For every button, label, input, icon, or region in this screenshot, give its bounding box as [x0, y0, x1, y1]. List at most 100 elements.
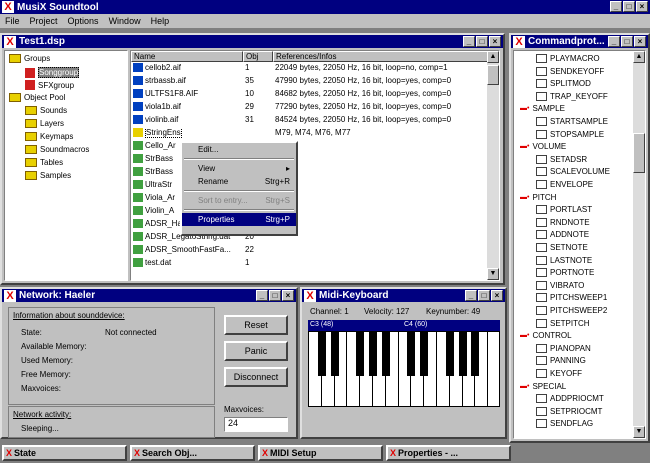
- col-header-obj[interactable]: Obj: [243, 51, 273, 62]
- tree-item[interactable]: Object Pool: [9, 93, 65, 102]
- close-button[interactable]: ×: [636, 1, 648, 12]
- command-item[interactable]: SENDKEYOFF: [536, 66, 604, 77]
- command-item[interactable]: SPLITMOD: [536, 78, 591, 89]
- command-scrollbar[interactable]: ▲ ▼: [633, 51, 645, 438]
- context-menu-item[interactable]: Edit...: [182, 143, 296, 156]
- tree-item[interactable]: SFXgroup: [25, 80, 74, 90]
- tree-item[interactable]: Layers: [25, 119, 64, 128]
- command-item[interactable]: ADDNOTE: [536, 229, 589, 240]
- table-row[interactable]: StringEns M79, M74, M76, M77: [131, 128, 487, 140]
- black-key[interactable]: [458, 332, 467, 376]
- minimize-button[interactable]: _: [465, 290, 477, 301]
- black-key[interactable]: [330, 332, 339, 376]
- table-row[interactable]: test.dat 1: [131, 258, 487, 270]
- context-menu-item[interactable]: Properties Strg+P: [182, 213, 296, 226]
- minimized-window[interactable]: X Search Obj...: [130, 445, 255, 461]
- maximize-button[interactable]: □: [269, 290, 281, 301]
- command-item[interactable]: STARTSAMPLE: [536, 116, 608, 127]
- context-menu-item[interactable]: Rename Strg+R: [182, 175, 296, 188]
- command-item[interactable]: PLAYMACRO: [536, 53, 600, 64]
- scroll-up-icon[interactable]: ▲: [633, 51, 645, 63]
- table-row[interactable]: strbassb.aif 35 47990 bytes, 22050 Hz, 16 …: [131, 76, 487, 88]
- maximize-button[interactable]: □: [623, 1, 635, 12]
- project-tree[interactable]: Groups Songgroup SFXgroup Object Pool Sounds…: [4, 50, 128, 281]
- command-item[interactable]: STOPSAMPLE: [536, 129, 604, 140]
- command-group[interactable]: ▬• VOLUME: [520, 141, 566, 152]
- reset-button[interactable]: Reset: [224, 315, 288, 335]
- command-item[interactable]: LASTNOTE: [536, 255, 592, 266]
- command-group[interactable]: ▬• SPECIAL: [520, 381, 566, 392]
- close-button[interactable]: ×: [489, 36, 501, 47]
- black-key[interactable]: [356, 332, 365, 376]
- menu-project[interactable]: Project: [25, 16, 63, 26]
- list-scrollbar[interactable]: ▲ ▼: [487, 51, 499, 280]
- command-item[interactable]: PIANOPAN: [536, 343, 591, 354]
- white-key[interactable]: [488, 332, 499, 406]
- command-item[interactable]: SETNOTE: [536, 242, 588, 253]
- command-group[interactable]: ▬• CONTROL: [520, 330, 572, 341]
- command-item[interactable]: ADDPRIOCMT: [536, 393, 604, 404]
- piano-keyboard[interactable]: [308, 331, 500, 407]
- table-row[interactable]: ADSR_SmoothFastFa... 22: [131, 245, 487, 257]
- command-group[interactable]: ▬• PITCH: [520, 192, 556, 203]
- table-row[interactable]: viola1b.aif 29 77290 bytes, 22050 Hz, 16 b…: [131, 102, 487, 114]
- col-header-name[interactable]: Name: [131, 51, 243, 62]
- command-item[interactable]: RNDNOTE: [536, 217, 590, 228]
- command-item[interactable]: PANNING: [536, 355, 586, 366]
- tree-item[interactable]: Keymaps: [25, 132, 73, 141]
- minimize-button[interactable]: _: [610, 1, 622, 12]
- minimize-button[interactable]: _: [608, 36, 620, 47]
- command-group[interactable]: ▬• SAMPLE: [520, 103, 565, 114]
- black-key[interactable]: [420, 332, 429, 376]
- tree-item[interactable]: Tables: [25, 158, 63, 167]
- minimized-window[interactable]: X Properties - ...: [386, 445, 511, 461]
- close-button[interactable]: ×: [282, 290, 294, 301]
- command-item[interactable]: SETPRIOCMT: [536, 406, 602, 417]
- tree-item[interactable]: Soundmacros: [25, 145, 89, 154]
- scroll-down-icon[interactable]: ▼: [487, 268, 499, 280]
- command-item[interactable]: SETPITCH: [536, 318, 590, 329]
- maxvoices-input[interactable]: 24: [224, 417, 288, 432]
- command-item[interactable]: SCALEVOLUME: [536, 166, 610, 177]
- table-row[interactable]: ULTFS1F8.AIF 10 84682 bytes, 22050 Hz, 16 …: [131, 89, 487, 101]
- scroll-down-icon[interactable]: ▼: [633, 426, 645, 438]
- tree-item[interactable]: Samples: [25, 171, 71, 180]
- command-item[interactable]: VIBRATO: [536, 280, 584, 291]
- command-item[interactable]: PORTLAST: [536, 204, 592, 215]
- black-key[interactable]: [471, 332, 480, 376]
- command-tree[interactable]: PLAYMACRO SENDKEYOFF SPLITMOD TRAP_KEYOFF ▬•…: [513, 50, 646, 439]
- context-menu-item[interactable]: View ▸: [182, 162, 296, 175]
- black-key[interactable]: [369, 332, 377, 376]
- menu-window[interactable]: Window: [104, 16, 146, 26]
- scroll-thumb[interactable]: [487, 65, 499, 85]
- command-item[interactable]: TRAP_KEYOFF: [536, 91, 608, 102]
- minimize-button[interactable]: _: [463, 36, 475, 47]
- close-button[interactable]: ×: [491, 290, 503, 301]
- panic-button[interactable]: Panic: [224, 341, 288, 361]
- close-button[interactable]: ×: [634, 36, 646, 47]
- black-key[interactable]: [407, 332, 416, 376]
- maximize-button[interactable]: □: [476, 36, 488, 47]
- command-item[interactable]: PORTNOTE: [536, 267, 594, 278]
- scroll-up-icon[interactable]: ▲: [487, 51, 499, 63]
- tree-item[interactable]: Songgroup: [25, 67, 80, 78]
- maximize-button[interactable]: □: [478, 290, 490, 301]
- tree-item[interactable]: Groups: [9, 54, 50, 63]
- menu-file[interactable]: File: [0, 16, 25, 26]
- command-item[interactable]: KEYOFF: [536, 368, 582, 379]
- table-row[interactable]: cellob2.aif 1 22049 bytes, 22050 Hz, 16 bi…: [131, 63, 487, 75]
- tree-item[interactable]: Sounds: [25, 106, 67, 115]
- disconnect-button[interactable]: Disconnect: [224, 367, 288, 387]
- table-row[interactable]: violinb.aif 31 84524 bytes, 22050 Hz, 16 b…: [131, 115, 487, 127]
- command-item[interactable]: PITCHSWEEP1: [536, 292, 607, 303]
- scroll-thumb[interactable]: [633, 133, 645, 173]
- minimize-button[interactable]: _: [256, 290, 268, 301]
- command-item[interactable]: SETADSR: [536, 154, 587, 165]
- minimized-window[interactable]: X State: [2, 445, 127, 461]
- command-item[interactable]: PITCHSWEEP2: [536, 305, 607, 316]
- col-header-info[interactable]: References/Infos: [273, 51, 489, 62]
- black-key[interactable]: [317, 332, 326, 376]
- black-key[interactable]: [445, 332, 454, 376]
- black-key[interactable]: [381, 332, 390, 376]
- context-menu-item[interactable]: Sort to entry... Strg+S: [182, 194, 296, 207]
